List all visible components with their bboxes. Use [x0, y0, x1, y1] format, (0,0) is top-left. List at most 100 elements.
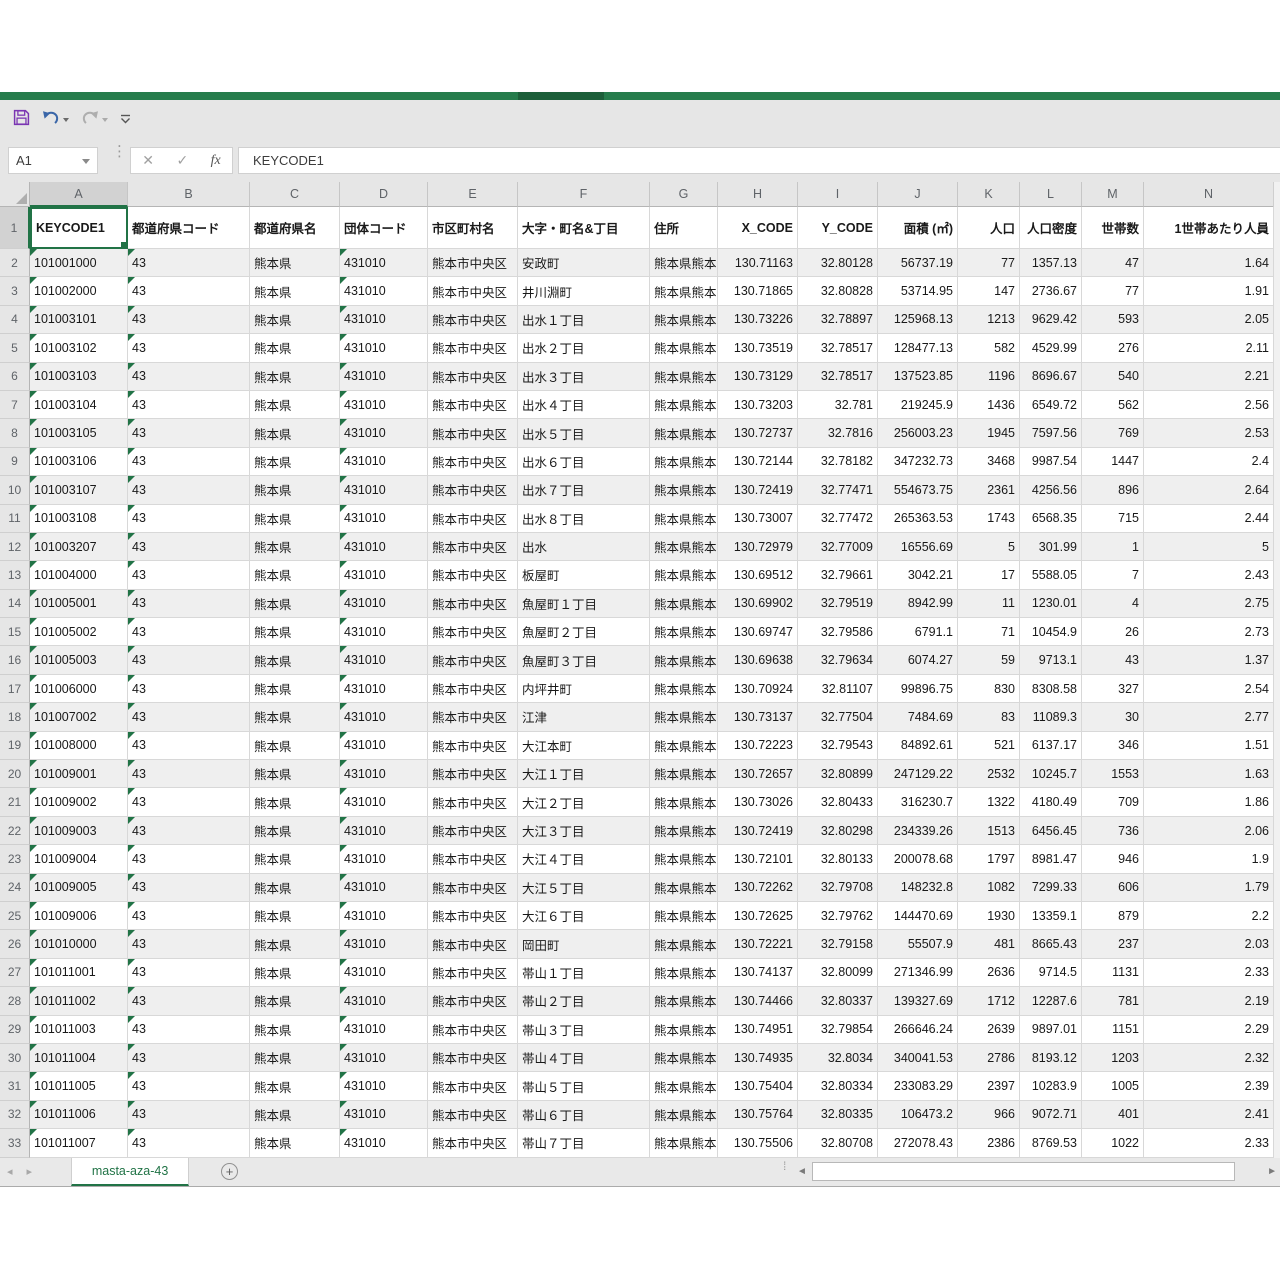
cell-I19[interactable]: 32.79543 [798, 731, 878, 761]
cell-M29[interactable]: 1151 [1082, 1015, 1144, 1044]
cell-B16[interactable]: 43 [128, 646, 250, 675]
cell-J23[interactable]: 200078.68 [878, 845, 958, 874]
cell-A16[interactable]: 101005003 [30, 646, 128, 675]
cell-I1[interactable]: Y_CODE [798, 207, 878, 249]
cell-M23[interactable]: 946 [1082, 845, 1144, 874]
cell-M9[interactable]: 1447 [1082, 447, 1144, 477]
cell-K6[interactable]: 1196 [958, 362, 1020, 391]
cell-G27[interactable]: 熊本県熊本市中央区 [650, 958, 718, 988]
cell-E25[interactable]: 熊本市中央区 [428, 901, 518, 931]
cell-G13[interactable]: 熊本県熊本市中央区 [650, 561, 718, 590]
row-header-7[interactable]: 7 [0, 390, 30, 420]
cell-H31[interactable]: 130.75404 [718, 1072, 798, 1101]
cell-L4[interactable]: 9629.42 [1020, 305, 1082, 335]
cancel-icon[interactable]: ✕ [142, 152, 154, 169]
cell-F10[interactable]: 出水７丁目 [518, 476, 650, 505]
cell-F15[interactable]: 魚屋町２丁目 [518, 618, 650, 647]
cell-B18[interactable]: 43 [128, 703, 250, 732]
cell-A13[interactable]: 101004000 [30, 561, 128, 590]
cell-G20[interactable]: 熊本県熊本市中央区 [650, 760, 718, 789]
cell-D23[interactable]: 431010 [340, 845, 428, 874]
cell-M7[interactable]: 562 [1082, 390, 1144, 420]
cell-M6[interactable]: 540 [1082, 362, 1144, 391]
cell-F21[interactable]: 大江２丁目 [518, 788, 650, 817]
cell-L15[interactable]: 10454.9 [1020, 618, 1082, 647]
cell-G21[interactable]: 熊本県熊本市中央区 [650, 788, 718, 817]
hscroll-right-arrow-icon[interactable]: ► [1267, 1166, 1277, 1177]
cell-E27[interactable]: 熊本市中央区 [428, 958, 518, 988]
cell-H22[interactable]: 130.72419 [718, 816, 798, 846]
cell-J20[interactable]: 247129.22 [878, 760, 958, 789]
cell-G26[interactable]: 熊本県熊本市中央区 [650, 930, 718, 959]
cell-G24[interactable]: 熊本県熊本市中央区 [650, 873, 718, 902]
column-header-B[interactable]: B [128, 182, 250, 207]
cell-I31[interactable]: 32.80334 [798, 1072, 878, 1101]
cell-H28[interactable]: 130.74466 [718, 987, 798, 1016]
cell-K5[interactable]: 582 [958, 334, 1020, 363]
cell-F17[interactable]: 内坪井町 [518, 674, 650, 704]
cell-F25[interactable]: 大江６丁目 [518, 901, 650, 931]
cell-H27[interactable]: 130.74137 [718, 958, 798, 988]
cell-B12[interactable]: 43 [128, 532, 250, 562]
cell-L12[interactable]: 301.99 [1020, 532, 1082, 562]
name-box-caret-icon[interactable] [82, 159, 90, 164]
cell-H29[interactable]: 130.74951 [718, 1015, 798, 1044]
cell-B6[interactable]: 43 [128, 362, 250, 391]
cell-B1[interactable]: 都道府県コード [128, 207, 250, 249]
cell-A18[interactable]: 101007002 [30, 703, 128, 732]
row-header-20[interactable]: 20 [0, 760, 30, 789]
cell-E12[interactable]: 熊本市中央区 [428, 532, 518, 562]
cell-H1[interactable]: X_CODE [718, 207, 798, 249]
cell-L31[interactable]: 10283.9 [1020, 1072, 1082, 1101]
cell-C13[interactable]: 熊本県 [250, 561, 340, 590]
cell-G14[interactable]: 熊本県熊本市中央区 [650, 589, 718, 619]
row-header-15[interactable]: 15 [0, 618, 30, 647]
cell-B10[interactable]: 43 [128, 476, 250, 505]
cell-G25[interactable]: 熊本県熊本市中央区 [650, 901, 718, 931]
cell-B27[interactable]: 43 [128, 958, 250, 988]
cell-A26[interactable]: 101010000 [30, 930, 128, 959]
cell-K29[interactable]: 2639 [958, 1015, 1020, 1044]
cell-D8[interactable]: 431010 [340, 419, 428, 448]
cell-C16[interactable]: 熊本県 [250, 646, 340, 675]
cell-D18[interactable]: 431010 [340, 703, 428, 732]
cell-C21[interactable]: 熊本県 [250, 788, 340, 817]
cell-K28[interactable]: 1712 [958, 987, 1020, 1016]
cell-G23[interactable]: 熊本県熊本市中央区 [650, 845, 718, 874]
cell-I14[interactable]: 32.79519 [798, 589, 878, 619]
column-header-J[interactable]: J [878, 182, 958, 207]
cell-J25[interactable]: 144470.69 [878, 901, 958, 931]
cell-N4[interactable]: 2.05 [1144, 305, 1274, 335]
cell-A10[interactable]: 101003107 [30, 476, 128, 505]
cell-K11[interactable]: 1743 [958, 504, 1020, 533]
cell-B30[interactable]: 43 [128, 1043, 250, 1073]
row-header-19[interactable]: 19 [0, 731, 30, 761]
cell-F3[interactable]: 井川淵町 [518, 277, 650, 306]
cell-K25[interactable]: 1930 [958, 901, 1020, 931]
cell-L18[interactable]: 11089.3 [1020, 703, 1082, 732]
row-header-30[interactable]: 30 [0, 1043, 30, 1073]
cell-H2[interactable]: 130.71163 [718, 249, 798, 278]
insert-function-icon[interactable]: fx [211, 153, 221, 169]
cell-B8[interactable]: 43 [128, 419, 250, 448]
cell-M3[interactable]: 77 [1082, 277, 1144, 306]
cell-B9[interactable]: 43 [128, 447, 250, 477]
cell-K16[interactable]: 59 [958, 646, 1020, 675]
cell-J28[interactable]: 139327.69 [878, 987, 958, 1016]
cell-A24[interactable]: 101009005 [30, 873, 128, 902]
cell-K17[interactable]: 830 [958, 674, 1020, 704]
cell-G12[interactable]: 熊本県熊本市中央区 [650, 532, 718, 562]
cell-I23[interactable]: 32.80133 [798, 845, 878, 874]
cell-G4[interactable]: 熊本県熊本市中央区 [650, 305, 718, 335]
cell-G31[interactable]: 熊本県熊本市中央区 [650, 1072, 718, 1101]
cell-A20[interactable]: 101009001 [30, 760, 128, 789]
cell-J15[interactable]: 6791.1 [878, 618, 958, 647]
cell-N24[interactable]: 1.79 [1144, 873, 1274, 902]
cell-J32[interactable]: 106473.2 [878, 1100, 958, 1130]
cell-C1[interactable]: 都道府県名 [250, 207, 340, 249]
cell-K19[interactable]: 521 [958, 731, 1020, 761]
cell-J18[interactable]: 7484.69 [878, 703, 958, 732]
cell-J33[interactable]: 272078.43 [878, 1129, 958, 1158]
cell-E23[interactable]: 熊本市中央区 [428, 845, 518, 874]
cell-E1[interactable]: 市区町村名 [428, 207, 518, 249]
